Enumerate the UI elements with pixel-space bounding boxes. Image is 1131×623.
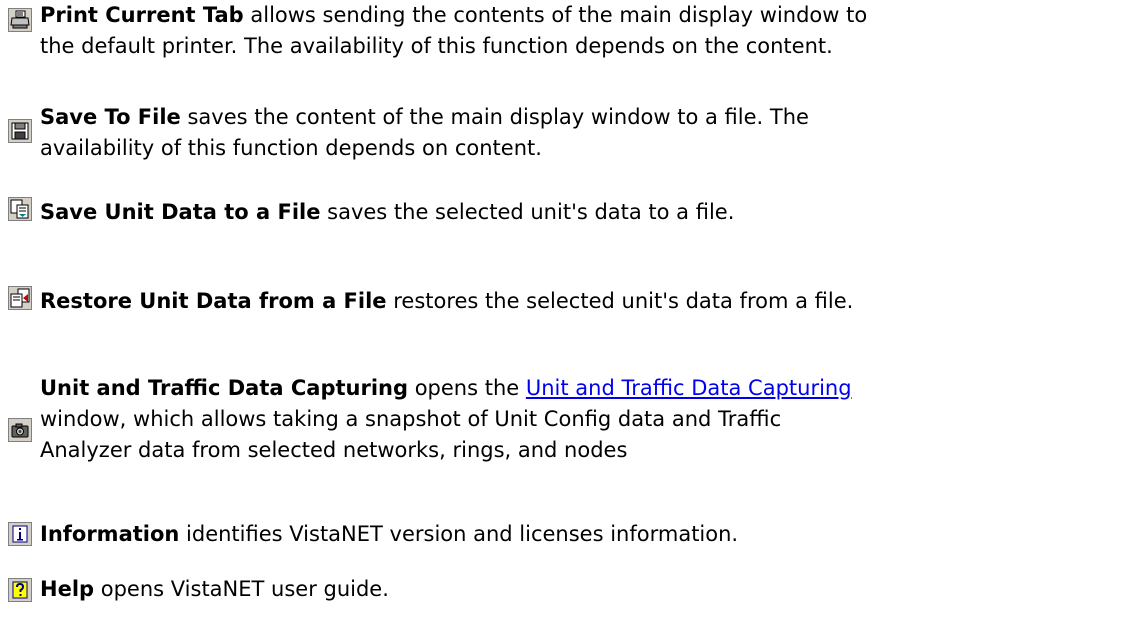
restore-unit-data-icon[interactable] <box>8 286 32 310</box>
item-save-to-file: Save To File saves the content of the ma… <box>0 102 1131 172</box>
unit-traffic-capturing-link[interactable]: Unit and Traffic Data Capturing <box>526 376 852 400</box>
item-text: Print Current Tab allows sending the con… <box>40 0 1128 62</box>
item-description-line-1: restores the selected unit's data from a… <box>386 289 854 313</box>
item-description-line-3: Analyzer data from selected networks, ri… <box>40 438 628 462</box>
item-term: Help <box>40 577 95 601</box>
camera-icon[interactable] <box>8 418 32 442</box>
printer-icon[interactable] <box>8 8 32 32</box>
item-term: Restore Unit Data from a File <box>40 289 387 313</box>
item-description-line-1: identifies VistaNET version and licenses… <box>179 522 739 546</box>
item-description-pre-link: opens the <box>408 376 526 400</box>
item-description-line-2: window, which allows taking a snapshot o… <box>40 407 782 431</box>
item-unit-traffic-capturing: Unit and Traffic Data Capturing opens th… <box>0 373 1131 473</box>
item-information: Information identifies VistaNET version … <box>0 519 1131 559</box>
item-description-line-1: allows sending the contents of the main … <box>243 3 868 27</box>
item-text: Save Unit Data to a File saves the selec… <box>40 197 1128 228</box>
floppy-disk-icon[interactable] <box>8 119 32 143</box>
item-text: Restore Unit Data from a File restores t… <box>40 286 1128 317</box>
item-description-line-2: the default printer. The availability of… <box>40 34 833 58</box>
item-help: Help opens VistaNET user guide. <box>0 574 1131 614</box>
item-print-current-tab: Print Current Tab allows sending the con… <box>0 0 1131 70</box>
save-unit-data-icon[interactable] <box>8 197 32 221</box>
item-restore-unit-data: Restore Unit Data from a File restores t… <box>0 286 1131 326</box>
item-text: Help opens VistaNET user guide. <box>40 574 1128 605</box>
item-text: Save To File saves the content of the ma… <box>40 102 1128 164</box>
item-text: Unit and Traffic Data Capturing opens th… <box>40 373 1128 466</box>
item-description-line-1: saves the selected unit's data to a file… <box>320 200 735 224</box>
item-description-line-1: opens VistaNET user guide. <box>94 577 389 601</box>
item-text: Information identifies VistaNET version … <box>40 519 1128 550</box>
item-term: Print Current Tab <box>40 3 244 27</box>
help-icon[interactable] <box>8 578 32 602</box>
information-icon[interactable] <box>8 522 32 546</box>
item-description-line-2: availability of this function depends on… <box>40 136 542 160</box>
item-term: Unit and Traffic Data Capturing <box>40 376 409 400</box>
item-term: Information <box>40 522 180 546</box>
item-term: Save Unit Data to a File <box>40 200 321 224</box>
item-term: Save To File <box>40 105 181 129</box>
item-save-unit-data: Save Unit Data to a File saves the selec… <box>0 197 1131 237</box>
item-description-line-1: saves the content of the main display wi… <box>180 105 809 129</box>
